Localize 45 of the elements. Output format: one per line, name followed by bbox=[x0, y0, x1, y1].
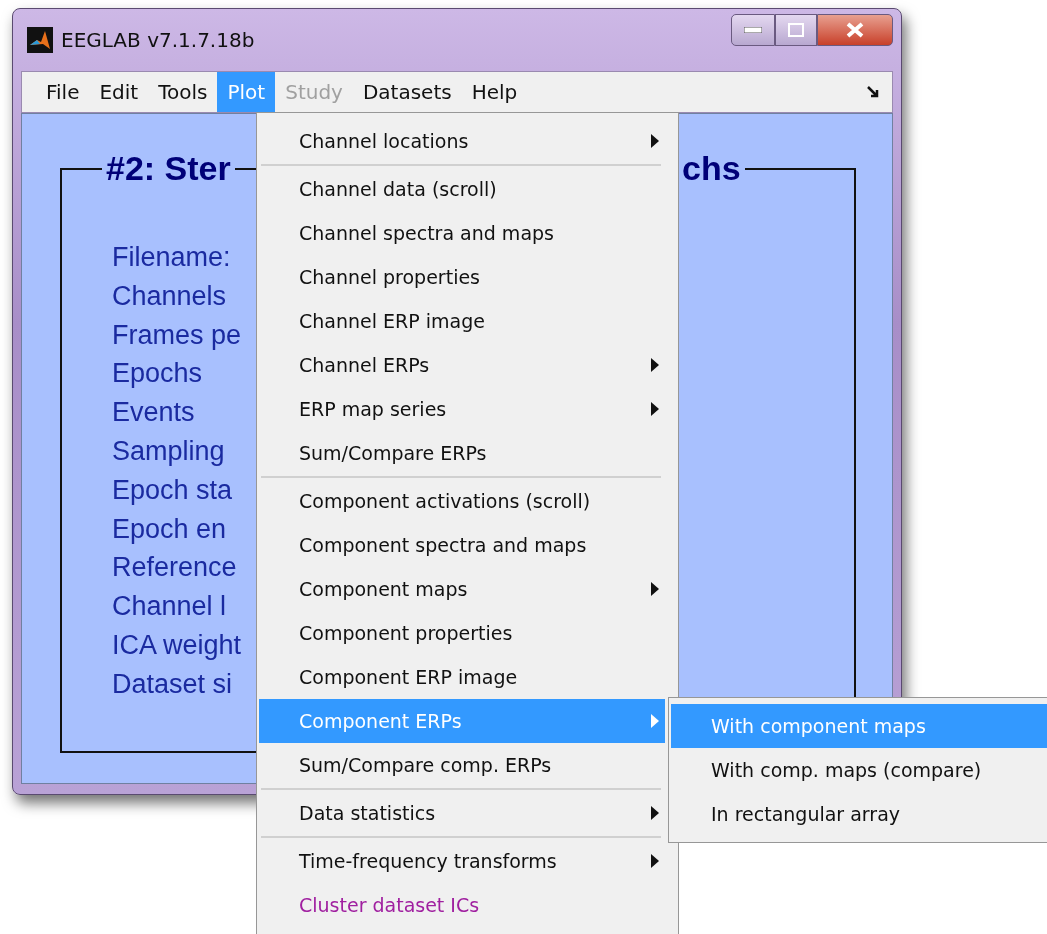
dock-arrow-icon[interactable] bbox=[866, 85, 880, 99]
menu-item[interactable]: Channel ERPs bbox=[259, 343, 665, 387]
menu-item[interactable]: Channel data (scroll) bbox=[259, 167, 665, 211]
menu-item[interactable]: Sum/Compare comp. ERPs bbox=[259, 743, 665, 787]
menu-item[interactable]: Channel properties bbox=[259, 255, 665, 299]
menu-item[interactable]: Component maps bbox=[259, 567, 665, 611]
menu-item[interactable]: Component properties bbox=[259, 611, 665, 655]
info-label: Frames pe bbox=[112, 318, 242, 352]
menu-item[interactable]: Channel locations bbox=[259, 119, 665, 163]
menu-item[interactable]: Edit bbox=[89, 72, 149, 112]
menu-item[interactable]: With comp. maps (compare) bbox=[671, 748, 1047, 792]
info-label: Dataset si bbox=[112, 667, 233, 701]
app-logo-icon bbox=[27, 27, 53, 53]
menu-item[interactable]: Sum/Compare ERPs bbox=[259, 431, 665, 475]
menu-item[interactable]: Tools bbox=[148, 72, 218, 112]
menu-item[interactable]: Component ERP image bbox=[259, 655, 665, 699]
info-label: Epoch en bbox=[112, 512, 227, 546]
close-button[interactable] bbox=[817, 14, 893, 46]
info-label: Channel l bbox=[112, 590, 227, 624]
info-label: Events bbox=[112, 396, 195, 430]
minimize-icon bbox=[744, 27, 762, 33]
menu-item[interactable]: ERP map series bbox=[259, 387, 665, 431]
maximize-button[interactable] bbox=[775, 14, 817, 46]
info-label: ICA weight bbox=[112, 628, 242, 662]
menu-item[interactable]: File bbox=[36, 72, 90, 112]
menu-item[interactable]: Help bbox=[461, 72, 528, 112]
menu-item[interactable]: In rectangular array bbox=[671, 792, 1047, 836]
minimize-button[interactable] bbox=[731, 14, 775, 46]
info-label: Channels bbox=[112, 279, 227, 313]
info-label: Epoch sta bbox=[112, 473, 233, 507]
menu-item[interactable]: Time-frequency transforms bbox=[259, 839, 665, 883]
menu-item[interactable]: Component activations (scroll) bbox=[259, 479, 665, 523]
menu-item[interactable]: Datasets bbox=[352, 72, 462, 112]
info-label: Epochs bbox=[112, 357, 203, 391]
close-icon bbox=[846, 22, 864, 38]
menu-item[interactable]: Channel ERP image bbox=[259, 299, 665, 343]
window-title: EEGLAB v7.1.7.18b bbox=[61, 27, 255, 54]
info-label: Reference bbox=[112, 551, 237, 585]
menu-item[interactable]: Component spectra and maps bbox=[259, 523, 665, 567]
menu-item[interactable]: Data statistics bbox=[259, 791, 665, 835]
info-label: Filename: bbox=[112, 241, 231, 274]
menu-item[interactable]: Cluster dataset ICs bbox=[259, 883, 665, 927]
maximize-icon bbox=[788, 23, 804, 37]
info-label: Sampling bbox=[112, 435, 225, 468]
menu-item[interactable]: Channel spectra and maps bbox=[259, 211, 665, 255]
